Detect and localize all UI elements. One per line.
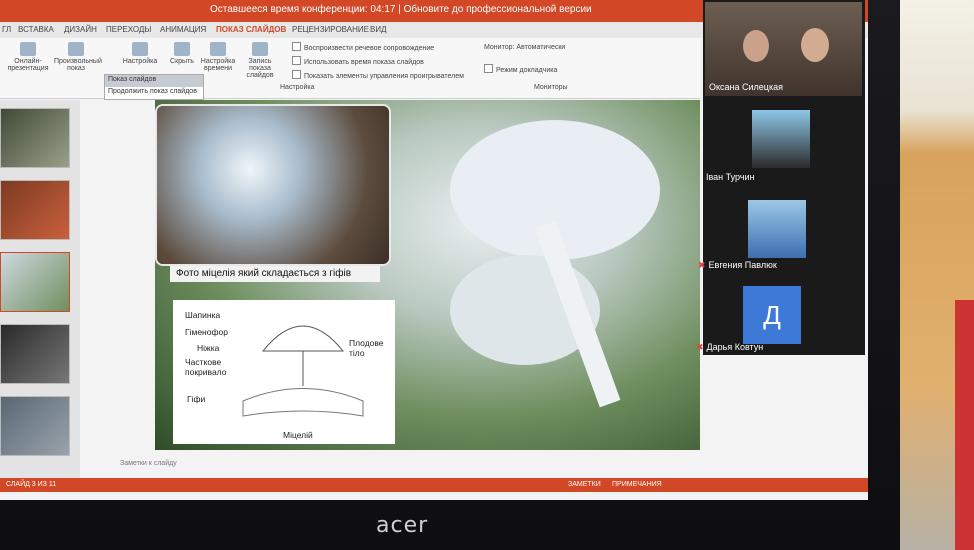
clock-icon — [210, 42, 226, 56]
mushroom-diagram: Шапинка Гіменофор Ніжка Часткове покрива… — [173, 300, 395, 444]
tab-design[interactable]: ДИЗАЙН — [64, 25, 97, 34]
participant-name: ✖ Евгения Павлюк — [698, 260, 777, 270]
slide-thumbnails — [0, 100, 80, 480]
slideshow-dropdown[interactable]: Показ слайдов Продолжить показ слайдов — [104, 74, 204, 100]
thumbnail[interactable] — [0, 324, 70, 384]
dropdown-item-slideshow[interactable]: Показ слайдов — [105, 75, 203, 87]
rehearse-timings-button[interactable]: Настройка времени — [196, 42, 240, 72]
mushroom-illustration — [450, 120, 660, 408]
photo-caption: Фото міцелія який складається з гіфів — [170, 266, 380, 282]
status-bar: СЛАЙД 3 ИЗ 11 ЗАМЕТКИ ПРИМЕЧАНИЯ — [0, 478, 868, 492]
group-setup-label: Настройка — [280, 84, 315, 91]
notes-button[interactable]: ЗАМЕТКИ — [568, 481, 601, 488]
mushroom-diagram-drawing — [242, 325, 364, 417]
label-fruit-body: Плодове тіло — [349, 338, 384, 358]
monitor-select[interactable]: Монитор: Автоматически — [484, 44, 565, 51]
tab-insert[interactable]: ВСТАВКА — [18, 25, 54, 34]
globe-icon — [20, 42, 36, 56]
mycelium-photo — [157, 106, 389, 264]
face — [743, 30, 769, 62]
tab-view[interactable]: ВИД — [370, 25, 387, 34]
participant-initial-avatar[interactable]: Д — [743, 286, 801, 344]
participant-video-1[interactable]: Оксана Силецкая — [705, 2, 862, 96]
option-media-controls[interactable]: Показать элементы управления проигрывате… — [292, 70, 464, 80]
online-presentation-button[interactable]: Онлайн-презентация — [6, 42, 50, 72]
laptop-screen: Оставшееся время конференции: 04:17 | Об… — [0, 0, 868, 500]
tab-home[interactable]: ГЛ — [2, 25, 11, 34]
participant-avatar[interactable] — [748, 200, 806, 258]
participant-name: Іван Турчин — [706, 172, 755, 182]
comments-button[interactable]: ПРИМЕЧАНИЯ — [612, 481, 662, 488]
laptop-bezel: Оставшееся время конференции: 04:17 | Об… — [0, 0, 900, 550]
participant-avatar[interactable] — [752, 110, 810, 168]
dropdown-item-continue[interactable]: Продолжить показ слайдов — [105, 87, 203, 99]
red-book — [955, 300, 974, 550]
option-timings[interactable]: Использовать время показа слайдов — [292, 56, 424, 66]
acer-logo: acer — [376, 513, 429, 538]
checkbox-icon — [484, 64, 493, 73]
presenter-view-checkbox[interactable]: Режим докладчика — [484, 64, 557, 74]
notes-placeholder[interactable]: Заметки к слайду — [120, 460, 177, 467]
mic-muted-icon: ✖ — [696, 342, 704, 352]
checkbox-icon — [292, 42, 301, 51]
photo-scene: Оставшееся время конференции: 04:17 | Об… — [0, 0, 974, 550]
checkbox-icon — [292, 70, 301, 79]
checkbox-icon — [292, 56, 301, 65]
label-cap: Шапинка — [185, 310, 221, 320]
record-icon — [252, 42, 268, 56]
tab-animation[interactable]: АНИМАЦИЯ — [160, 25, 206, 34]
mic-muted-icon: ✖ — [698, 260, 706, 270]
group-monitors-label: Мониторы — [534, 84, 568, 91]
setup-button[interactable]: Настройка — [118, 42, 162, 65]
face — [801, 28, 829, 62]
slide-counter: СЛАЙД 3 ИЗ 11 — [6, 481, 57, 488]
label-veil: Часткове покривало — [185, 357, 227, 377]
setup-icon — [132, 42, 148, 56]
thumbnail-active[interactable] — [0, 252, 70, 312]
label-mycelium: Міцелій — [283, 430, 313, 440]
label-stem: Ніжка — [197, 343, 220, 353]
thumbnail[interactable] — [0, 108, 70, 168]
conference-timer-text: Оставшееся время конференции: 04:17 | Об… — [210, 4, 592, 15]
label-hymenophore: Гіменофор — [185, 327, 228, 337]
option-narrations[interactable]: Воспроизвести речевое сопровождение — [292, 42, 434, 52]
thumbnail[interactable] — [0, 180, 70, 240]
participant-name: ✖ Дарья Ковтун — [696, 342, 764, 352]
slides-icon — [68, 42, 84, 56]
thumbnail[interactable] — [0, 396, 70, 456]
label-hyphae: Гіфи — [187, 394, 206, 404]
custom-show-button[interactable]: Произвольный показ — [54, 42, 102, 72]
hide-icon — [174, 42, 190, 56]
tab-slideshow[interactable]: ПОКАЗ СЛАЙДОВ — [216, 25, 286, 34]
tab-review[interactable]: РЕЦЕНЗИРОВАНИЕ — [292, 25, 369, 34]
participant-name: Оксана Силецкая — [709, 82, 783, 92]
tab-transitions[interactable]: ПЕРЕХОДЫ — [106, 25, 151, 34]
record-slideshow-button[interactable]: Запись показа слайдов — [238, 42, 282, 79]
